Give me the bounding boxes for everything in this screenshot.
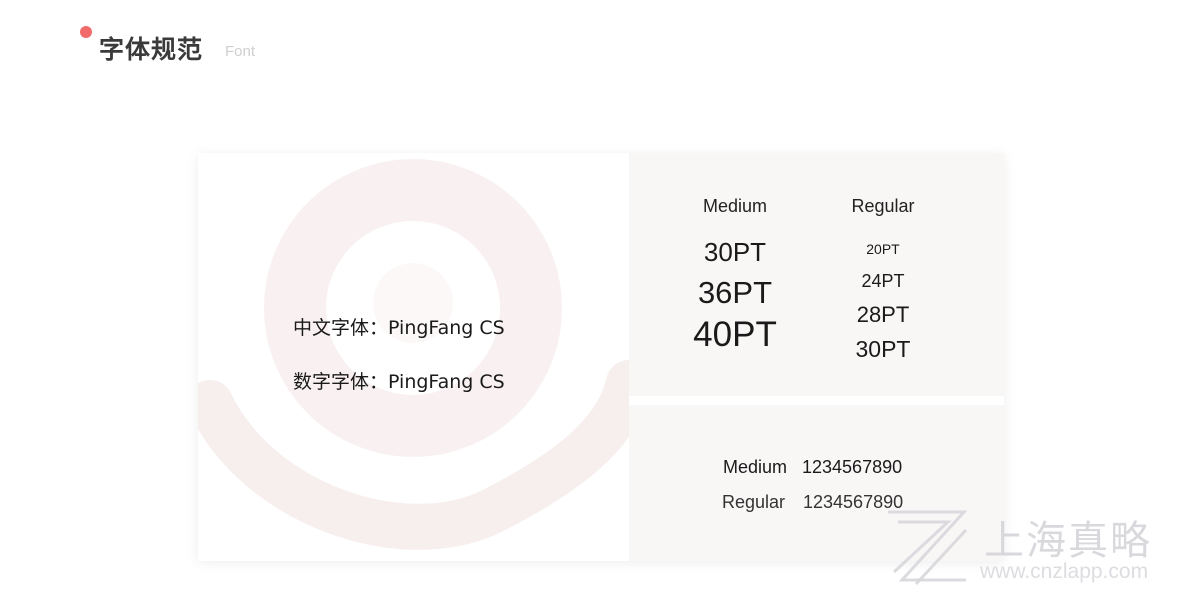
page-subtitle: Font [225,43,256,60]
font-spec-card: 中文字体：PingFang CS 数字字体：PingFang CS Medium… [198,153,1004,561]
watermark: 上海真略 www.cnzlapp.com [880,508,1190,588]
regular-size-item: 24PT [861,271,905,291]
page-title: 字体规范 [99,35,204,64]
medium-size-item: 30PT [703,237,767,267]
accent-dot-icon [80,26,92,38]
medium-size-item: 40PT [693,315,777,354]
regular-size-item: 28PT [856,302,910,327]
regular-size-item: 20PT [866,241,900,257]
medium-size-item: 36PT [697,275,773,310]
font-family-panel: 中文字体：PingFang CS 数字字体：PingFang CS [198,153,629,561]
watermark-url: www.cnzlapp.com [980,560,1149,583]
regular-column-header: Regular [851,196,915,216]
medium-column-header: Medium [702,196,768,216]
numerals-regular-label: Regular [722,492,786,512]
numerals-medium-value: 1234567890 [802,457,903,477]
chinese-font-label: 中文字体：PingFang CS [293,317,505,339]
swirl-decoration-icon [198,159,629,550]
numerals-medium-label: Medium [723,457,788,477]
zl-logo-icon [888,510,968,586]
watermark-brand: 上海真略 [984,518,1152,564]
regular-size-item: 30PT [855,336,911,362]
numeric-font-label: 数字字体：PingFang CS [293,371,505,393]
font-size-panel: Medium Regular 30PT 36PT 40PT 20PT 24PT … [629,153,1004,396]
